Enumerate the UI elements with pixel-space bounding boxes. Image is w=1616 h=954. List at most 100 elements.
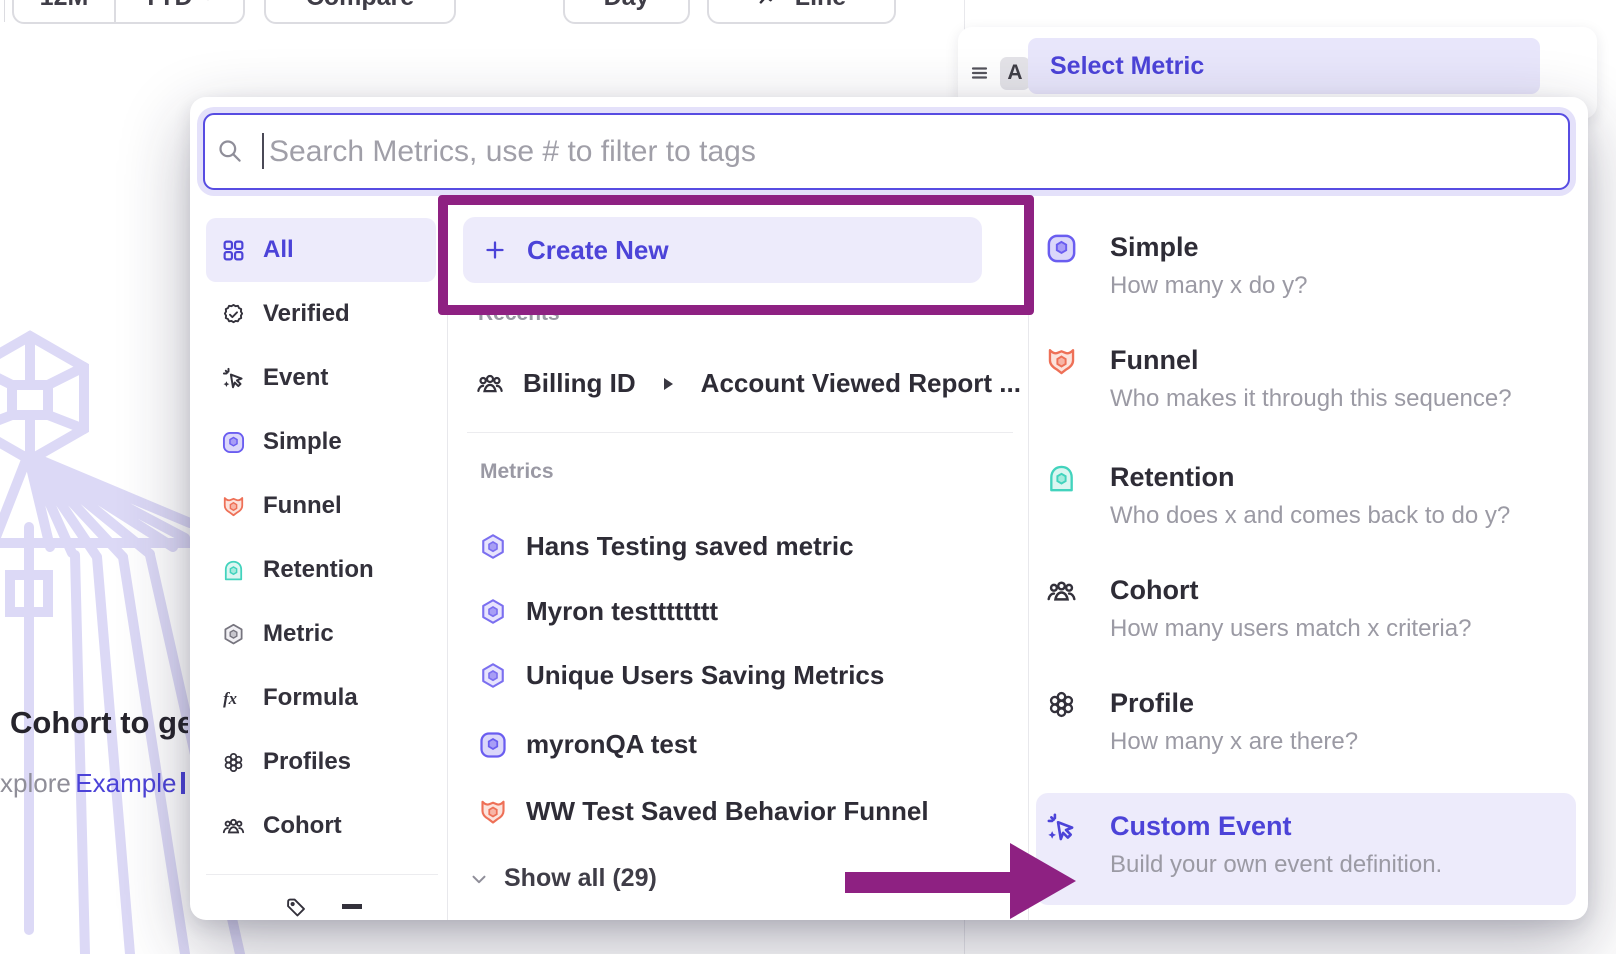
explore-prefix: xplore [0,768,71,798]
sidebar-item-all[interactable]: All [206,218,436,282]
cohort-people-icon [475,369,505,399]
range-ytd-button[interactable]: YTD [116,0,243,12]
metric-row-myronqa[interactable]: myronQA test [478,729,697,760]
line-chart-icon [757,0,783,10]
sidebar-item-profiles[interactable]: Profiles [206,730,436,794]
type-row-retention[interactable]: Retention Who does x and comes back to do… [1045,462,1510,530]
text-cursor [262,133,264,169]
sidebar-item-retention[interactable]: Retention [206,538,436,602]
simple-metric-icon [478,730,508,760]
annotation-arrow-tail [845,872,1013,893]
recent-item-row[interactable]: Billing ID Account Viewed Report ... [475,368,1021,399]
metric-row-myron[interactable]: Myron testttttttt [478,596,718,627]
sidebar-item-simple[interactable]: Simple [206,410,436,474]
type-desc: Build your own event definition. [1110,851,1442,879]
grid-icon [221,238,246,263]
compare-button[interactable]: Compare [264,0,456,24]
retention-icon [221,558,246,583]
type-row-custom-event[interactable]: Custom Event Build your own event defini… [1036,793,1576,905]
background-explore-line: xplore Example [0,768,188,799]
metric-name: Hans Testing saved metric [526,531,854,562]
annotation-arrow-head [1010,843,1076,919]
drag-handle-icon[interactable] [970,63,990,83]
metric-hexagon-icon [478,661,508,691]
event-sparkle-cursor-icon [221,366,246,391]
sidebar-item-label: Event [263,364,328,392]
explore-example-link[interactable]: Example [75,768,176,798]
sidebar-item-metric[interactable]: Metric [206,602,436,666]
metric-name: Unique Users Saving Metrics [526,660,884,691]
sidebar-item-cohort[interactable]: Cohort [206,794,436,858]
metric-row-unique-users[interactable]: Unique Users Saving Metrics [478,660,884,691]
show-all-toggle[interactable]: Show all (29) [468,864,657,893]
recents-divider [467,432,1013,433]
profiles-flower-icon [1045,688,1078,721]
type-desc: Who makes it through this sequence? [1110,385,1512,413]
metric-row-ww-funnel[interactable]: WW Test Saved Behavior Funnel [478,796,929,827]
metric-row-hans[interactable]: Hans Testing saved metric [478,531,854,562]
type-row-profile[interactable]: ProfileHow many x are there? [1045,688,1358,756]
metric-name: WW Test Saved Behavior Funnel [526,796,929,827]
background-headline: Cohort to ge [0,705,188,741]
type-row-funnel[interactable]: FunnelWho makes it through this sequence… [1045,345,1512,413]
type-name: Custom Event [1110,811,1442,842]
recent-item-right: Account Viewed Report ... [701,368,1021,399]
funnel-icon [221,494,246,519]
retention-icon [1045,462,1078,495]
sidebar-item-label: Formula [263,684,358,712]
type-row-cohort[interactable]: Cohort How many users match x criteria? [1045,575,1471,643]
date-range-group: 12M YTD [12,0,245,24]
sidebar-item-label: Verified [263,300,350,328]
select-metric-chip[interactable]: Select Metric [1028,38,1540,94]
sidebar-item-verified[interactable]: Verified [206,282,436,346]
sidebar-item-label: Funnel [263,492,342,520]
funnel-icon [1045,345,1078,378]
sidebar-item-label: Metric [263,620,334,648]
funnel-icon [478,797,508,827]
type-desc: How many x are there? [1110,728,1358,756]
sidebar-item-label: Retention [263,556,374,584]
custom-event-sparkle-icon [1045,811,1078,844]
caret-down-icon [199,0,217,6]
range-12m-button[interactable]: 12M [14,0,114,12]
type-desc: How many users match x criteria? [1110,615,1471,643]
day-label: Day [604,0,650,12]
simple-metric-icon [1045,232,1078,265]
profiles-flower-icon [221,750,246,775]
metrics-heading: Metrics [480,460,554,484]
sidebar-item-formula[interactable]: fx Formula [206,666,436,730]
chevron-down-icon [468,868,490,890]
tag-icon [284,896,309,919]
metric-name: Myron testttttttt [526,596,718,627]
sidebar-item-label: Cohort [263,812,342,840]
granularity-day-button[interactable]: Day [563,0,690,24]
metric-name: myronQA test [526,729,697,760]
type-name: Cohort [1110,575,1471,606]
search-icon [216,137,243,164]
cohort-people-icon [1045,575,1078,608]
compare-label: Compare [306,0,414,12]
show-all-label: Show all (29) [504,864,657,893]
type-row-simple[interactable]: SimpleHow many x do y? [1045,232,1307,300]
sidebar-item-funnel[interactable]: Funnel [206,474,436,538]
type-name: Simple [1110,232,1307,263]
search-input[interactable] [203,113,1570,190]
series-badge: A [1000,57,1030,90]
chart-type-line-button[interactable]: Line [707,0,896,24]
sidebar-item-label: All [263,236,294,264]
breadcrumb-arrow-icon [664,378,673,390]
explore-clipped-letter [181,772,185,794]
simple-metric-icon [221,430,246,455]
type-desc: Who does x and comes back to do y? [1110,502,1510,530]
app-stage: Cohort to ge xplore Example 12M YTD Comp… [0,0,1616,954]
recent-item-left: Billing ID [523,368,636,399]
range-ytd-label: YTD [143,0,193,12]
sidebar-item-label: Profiles [263,748,351,776]
select-metric-label: Select Metric [1050,52,1204,81]
sidebar-item-event[interactable]: Event [206,346,436,410]
annotation-box [438,195,1034,315]
partial-label-fragment [342,904,362,909]
metric-hexagon-icon [478,532,508,562]
type-name: Retention [1110,462,1510,493]
sidebar-item-partial[interactable] [284,896,424,919]
